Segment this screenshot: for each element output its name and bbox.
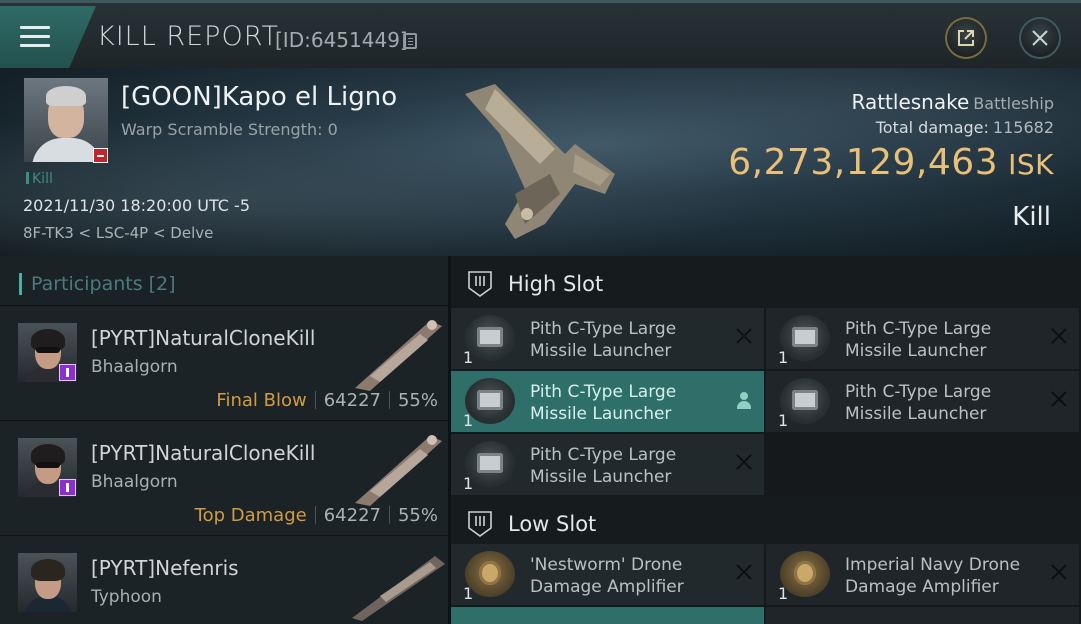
participant-damage: 64227 — [323, 390, 381, 411]
participant-name[interactable]: [PYRT]NaturalCloneKill — [91, 326, 315, 350]
high-slot-label: High Slot — [508, 272, 604, 296]
participants-header[interactable]: Participants [2] — [0, 256, 448, 306]
participant-ship-image[interactable] — [350, 316, 445, 391]
module-quantity: 1 — [778, 411, 789, 430]
participant-ship-image[interactable] — [350, 431, 445, 506]
standing-badge — [93, 148, 108, 163]
module-quantity: 1 — [778, 584, 789, 603]
location-breadcrumb[interactable]: 8F-TK3 < LSC-4P < Delve — [23, 224, 213, 242]
external-link-icon — [958, 30, 974, 46]
low-slot-icon — [468, 511, 492, 537]
module-item[interactable]: 1 'Nestworm' Drone Damage Amplifier — [451, 544, 764, 605]
page-title: KILL REPORT — [97, 21, 279, 52]
result-label: Kill — [1012, 202, 1051, 232]
kill-tag: Kill — [26, 171, 53, 187]
module-name: Pith C-Type Large Missile Launcher — [530, 445, 677, 487]
module-item[interactable]: 1 Pith C-Type Large Missile Launcher — [766, 371, 1079, 432]
low-slot-header: Low Slot — [451, 496, 1081, 548]
share-button[interactable] — [945, 17, 987, 59]
warp-scramble-strength: Warp Scramble Strength: 0 — [121, 120, 338, 139]
module-quantity: 1 — [463, 411, 474, 430]
corp-badge — [59, 364, 76, 381]
fitting-panel: High Slot 1 Pith C-Type Large Missile La… — [451, 256, 1081, 624]
participant-row[interactable]: [PYRT]NaturalCloneKill Bhaalgorn Final B… — [0, 306, 448, 421]
hamburger-icon — [20, 26, 50, 53]
participant-percent: 55% — [397, 505, 438, 526]
timestamp: 2021/11/30 18:20:00 UTC -5 — [23, 196, 251, 215]
module-quantity: 1 — [463, 584, 474, 603]
high-slot-icon — [468, 271, 492, 297]
module-name: 'Nestworm' Drone Damage Amplifier — [530, 555, 684, 597]
menu-button[interactable] — [0, 6, 96, 68]
participant-damage: 64227 — [323, 505, 381, 526]
participant-row[interactable]: [PYRT]Nefenris Typhoon — [0, 536, 448, 624]
module-item[interactable]: 1 Pith C-Type Large Missile Launcher — [451, 371, 764, 432]
destroyed-icon — [736, 564, 752, 580]
participant-role: Final Blow — [216, 390, 307, 411]
destroyed-icon — [1051, 391, 1067, 407]
ship-class: Battleship — [973, 94, 1054, 113]
total-damage: Total damage: 115682 — [875, 118, 1054, 137]
participant-percent: 55% — [397, 390, 438, 411]
participant-ship: Bhaalgorn — [91, 472, 178, 492]
participant-stats: Final Blow 64227 55% — [216, 390, 438, 411]
destroyed-icon — [1051, 564, 1067, 580]
participant-stats: Top Damage 64227 55% — [195, 505, 438, 526]
corp-badge — [59, 479, 76, 496]
participant-name[interactable]: [PYRT]Nefenris — [91, 556, 239, 580]
kill-id: [ID:6451449] — [275, 28, 408, 52]
victim-name[interactable]: [GOON]Kapo el Ligno — [121, 82, 397, 112]
module-item-partial[interactable] — [451, 607, 764, 624]
victim-ship[interactable]: Rattlesnake Battleship — [852, 90, 1055, 114]
module-quantity: 1 — [463, 348, 474, 367]
participant-role: Top Damage — [194, 505, 307, 526]
participants-panel: Participants [2] [PYRT]NaturalCloneKill … — [0, 256, 448, 624]
module-name: Pith C-Type Large Missile Launcher — [530, 382, 677, 424]
module-name: Pith C-Type Large Missile Launcher — [845, 319, 992, 361]
participant-ship: Bhaalgorn — [91, 357, 178, 377]
module-item[interactable]: 1 Pith C-Type Large Missile Launcher — [766, 308, 1079, 369]
module-item[interactable]: 1 Pith C-Type Large Missile Launcher — [451, 434, 764, 495]
victim-summary: [GOON]Kapo el Ligno Warp Scramble Streng… — [0, 68, 1081, 256]
victim-ship-image[interactable] — [455, 74, 635, 254]
low-slot-label: Low Slot — [508, 512, 597, 536]
module-item[interactable]: 1 Imperial Navy Drone Damage Amplifier — [766, 544, 1079, 605]
copy-icon[interactable] — [403, 33, 417, 49]
close-icon — [1032, 30, 1048, 46]
module-name: Pith C-Type Large Missile Launcher — [530, 319, 677, 361]
dropped-pilot-icon — [736, 392, 752, 410]
close-button[interactable] — [1019, 17, 1061, 59]
participant-name[interactable]: [PYRT]NaturalCloneKill — [91, 441, 315, 465]
high-slot-header: High Slot — [451, 256, 1081, 308]
module-item-partial[interactable] — [766, 607, 1079, 624]
module-name: Pith C-Type Large Missile Launcher — [845, 382, 992, 424]
participant-row[interactable]: [PYRT]NaturalCloneKill Bhaalgorn Top Dam… — [0, 421, 448, 536]
destroyed-icon — [736, 454, 752, 470]
module-item[interactable]: 1 Pith C-Type Large Missile Launcher — [451, 308, 764, 369]
destroyed-icon — [736, 328, 752, 344]
module-quantity: 1 — [778, 348, 789, 367]
isk-value: 6,273,129,463 ISK — [728, 142, 1054, 183]
participant-portrait[interactable] — [18, 553, 77, 612]
module-name: Imperial Navy Drone Damage Amplifier — [845, 555, 1021, 597]
module-quantity: 1 — [463, 474, 474, 493]
participant-ship-image[interactable] — [350, 546, 445, 621]
participant-ship: Typhoon — [91, 587, 162, 607]
participants-title: Participants [2] — [31, 273, 176, 295]
destroyed-icon — [1051, 328, 1067, 344]
window-header: KILL REPORT [ID:6451449] — [0, 0, 1081, 68]
